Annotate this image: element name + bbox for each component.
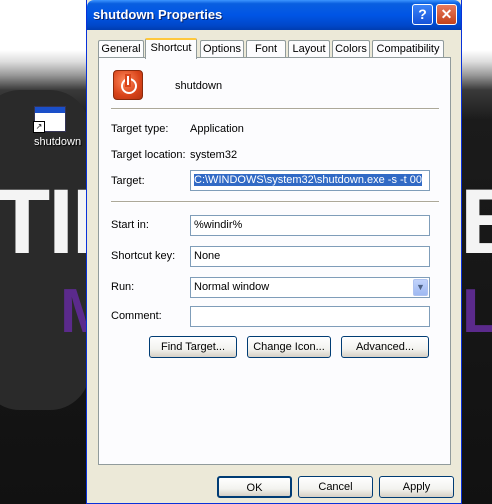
target-location-value: system32: [190, 149, 238, 161]
comment-label: Comment:: [111, 310, 162, 322]
shortcut-panel: shutdown Target type: Application Target…: [98, 57, 451, 465]
start-in-field[interactable]: %windir%: [190, 215, 430, 236]
run-select-value: Normal window: [194, 281, 270, 293]
background-text-right: B: [460, 170, 492, 275]
target-location-label: Target location:: [111, 149, 186, 161]
ok-button[interactable]: OK: [217, 476, 292, 498]
tab-general[interactable]: General: [98, 40, 144, 58]
divider: [111, 108, 439, 110]
close-button[interactable]: ✕: [436, 4, 457, 25]
target-type-label: Target type:: [111, 123, 169, 135]
target-field[interactable]: C:\WINDOWS\system32\shutdown.exe -s -t 0…: [190, 170, 430, 191]
chevron-down-icon[interactable]: ▼: [413, 279, 428, 296]
run-label: Run:: [111, 281, 135, 293]
shortcut-name: shutdown: [175, 80, 223, 92]
shortcut-key-label: Shortcut key:: [111, 250, 176, 262]
tab-colors[interactable]: Colors: [332, 40, 370, 58]
start-in-label: Start in:: [111, 219, 149, 231]
run-select[interactable]: Normal window ▼: [190, 277, 430, 298]
advanced-button[interactable]: Advanced...: [341, 336, 429, 358]
divider: [111, 201, 439, 203]
target-label: Target:: [111, 175, 145, 187]
properties-dialog: shutdown Properties ? ✕ General Shortcut…: [86, 0, 462, 504]
desktop-icon-label: shutdown: [34, 136, 82, 148]
tab-options[interactable]: Options: [200, 40, 244, 58]
target-field-value: C:\WINDOWS\system32\shutdown.exe -s -t 0…: [194, 174, 423, 186]
help-button[interactable]: ?: [412, 4, 433, 25]
tab-compatibility[interactable]: Compatibility: [372, 40, 444, 58]
desktop-shortcut-icon[interactable]: ↗ shutdown: [22, 106, 81, 148]
tab-layout[interactable]: Layout: [288, 40, 330, 58]
title-bar[interactable]: shutdown Properties ? ✕: [87, 0, 461, 30]
background-purple-text-right: L: [462, 277, 492, 346]
cancel-button[interactable]: Cancel: [298, 476, 373, 498]
tab-font[interactable]: Font: [246, 40, 286, 58]
window-title: shutdown Properties: [93, 7, 223, 22]
tab-shortcut[interactable]: Shortcut: [145, 38, 197, 59]
target-type-value: Application: [190, 123, 244, 135]
shortcut-arrow-icon: ↗: [33, 121, 45, 133]
shortcut-key-field[interactable]: None: [190, 246, 430, 267]
change-icon-button[interactable]: Change Icon...: [247, 336, 331, 358]
shortcut-window-icon: ↗: [33, 106, 66, 133]
find-target-button[interactable]: Find Target...: [149, 336, 237, 358]
comment-field[interactable]: [190, 306, 430, 327]
apply-button[interactable]: Apply: [379, 476, 454, 498]
power-icon: [113, 70, 143, 100]
